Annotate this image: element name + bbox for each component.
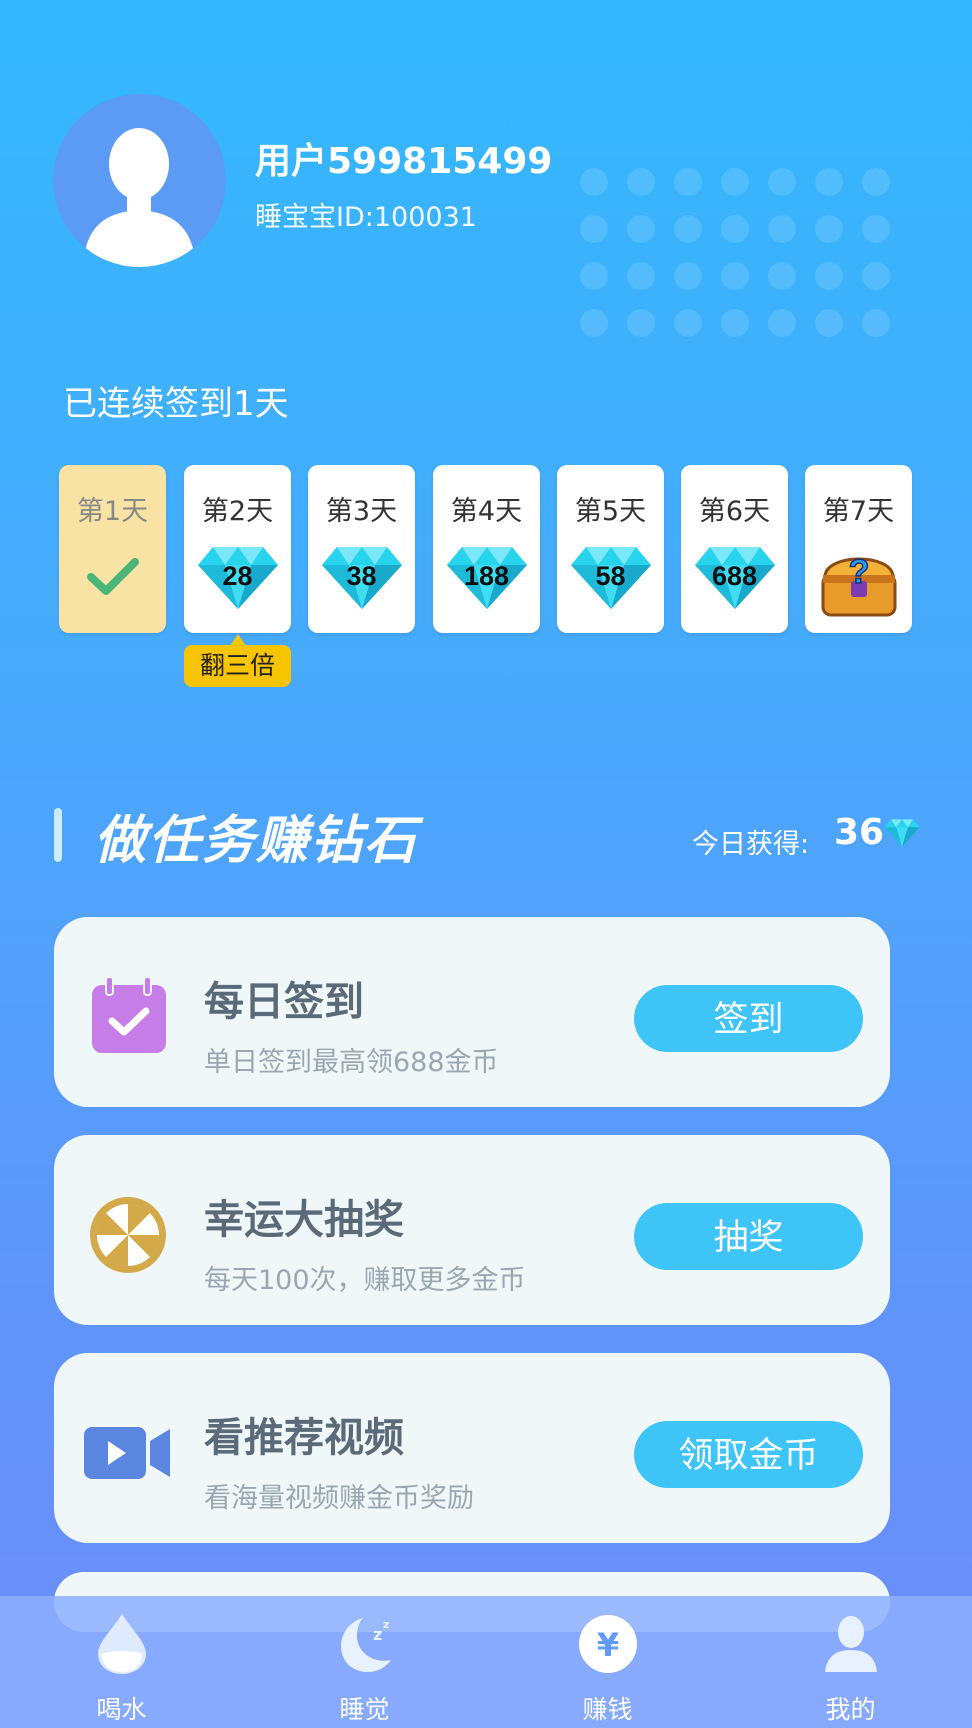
nav-label: 我的 <box>825 1695 876 1724</box>
decorative-dot <box>815 215 843 243</box>
svg-text:?: ? <box>849 553 870 591</box>
claim-coins-button[interactable]: 领取金币 <box>634 1421 863 1488</box>
decorative-dot <box>627 168 655 196</box>
today-earned-value: 36 <box>834 812 885 853</box>
user-id: 睡宝宝ID:100031 <box>255 202 477 233</box>
decorative-dot <box>580 309 608 337</box>
decorative-dot <box>862 168 890 196</box>
nav-item-profile[interactable]: 我的 <box>729 1596 972 1728</box>
user-icon <box>825 1616 877 1672</box>
decorative-dot <box>721 215 749 243</box>
day-reward: 688 <box>711 561 758 591</box>
water-drop-icon <box>98 1614 146 1674</box>
task-title: 幸运大抽奖 <box>204 1197 404 1243</box>
nav-item-earn[interactable]: ¥ 赚钱 <box>486 1596 729 1728</box>
decorative-dot <box>862 309 890 337</box>
decorative-dot <box>721 168 749 196</box>
checkin-button[interactable]: 签到 <box>634 985 863 1052</box>
day-card-5[interactable]: 第5天 58 <box>557 465 664 633</box>
today-earned-label: 今日获得: <box>692 829 810 860</box>
decorative-dot <box>862 215 890 243</box>
yuan-coin-icon: ¥ <box>579 1615 637 1673</box>
bottom-nav: 喝水 z z 睡觉 ¥ 赚钱 我的 <box>0 1596 972 1728</box>
decorative-dot <box>815 309 843 337</box>
nav-item-sleep[interactable]: z z 睡觉 <box>243 1596 486 1728</box>
decorative-dot <box>862 262 890 290</box>
task-subtitle: 每天100次，赚取更多金币 <box>204 1265 526 1296</box>
nav-label: 睡觉 <box>339 1695 390 1724</box>
task-card-daily-checkin: 每日签到 单日签到最高领688金币 签到 <box>54 917 890 1107</box>
decorative-dot <box>815 262 843 290</box>
day-card-6[interactable]: 第6天 688 <box>681 465 788 633</box>
nav-label: 赚钱 <box>582 1695 633 1724</box>
decorative-dot <box>580 168 608 196</box>
task-card-watch-video: 看推荐视频 看海量视频赚金币奖励 领取金币 <box>54 1353 890 1543</box>
day-card-7[interactable]: 第7天 ? <box>805 465 912 633</box>
task-title: 看推荐视频 <box>204 1415 404 1461</box>
video-camera-icon <box>84 1427 170 1479</box>
diamond-icon <box>884 819 920 847</box>
day-label: 第1天 <box>76 496 149 527</box>
day-reward: 38 <box>346 561 377 591</box>
decorative-dot <box>768 168 796 196</box>
svg-text:z: z <box>373 1625 382 1644</box>
task-card-lottery: 幸运大抽奖 每天100次，赚取更多金币 抽奖 <box>54 1135 890 1325</box>
avatar[interactable] <box>53 94 226 267</box>
decorative-dot <box>768 215 796 243</box>
decorative-dot <box>627 215 655 243</box>
lottery-button[interactable]: 抽奖 <box>634 1203 863 1270</box>
decorative-dots <box>580 168 890 337</box>
svg-text:z: z <box>383 1618 389 1631</box>
lottery-wheel-icon <box>90 1197 166 1273</box>
calendar-check-icon <box>92 976 166 1053</box>
day-reward: 58 <box>595 561 626 591</box>
task-title: 每日签到 <box>204 979 364 1025</box>
decorative-dot <box>721 262 749 290</box>
decorative-dot <box>674 262 702 290</box>
mystery-chest-icon: ? <box>821 552 897 617</box>
decorative-dot <box>627 262 655 290</box>
day-card-1[interactable]: 第1天 <box>59 465 166 633</box>
svg-text:¥: ¥ <box>597 1626 619 1664</box>
check-icon <box>87 558 139 595</box>
task-subtitle: 单日签到最高领688金币 <box>204 1047 499 1078</box>
day-label: 第5天 <box>574 496 647 527</box>
decorative-dot <box>580 215 608 243</box>
nav-item-water[interactable]: 喝水 <box>0 1596 243 1728</box>
section-accent-bar <box>54 808 62 862</box>
triple-bonus-badge: 翻三倍 <box>184 645 291 687</box>
user-silhouette-icon <box>83 128 196 267</box>
decorative-dot <box>580 262 608 290</box>
moon-sleep-icon: z z <box>341 1618 391 1672</box>
day-card-4[interactable]: 第4天 188 <box>433 465 540 633</box>
decorative-dot <box>768 309 796 337</box>
day-card-3[interactable]: 第3天 38 <box>308 465 415 633</box>
decorative-dot <box>674 215 702 243</box>
decorative-dot <box>627 309 655 337</box>
day-card-2[interactable]: 第2天 28 <box>184 465 291 633</box>
decorative-dot <box>815 168 843 196</box>
decorative-dot <box>721 309 749 337</box>
decorative-dot <box>768 262 796 290</box>
streak-text: 已连续签到1天 <box>63 384 289 424</box>
day-label: 第2天 <box>201 496 274 527</box>
day-label: 第3天 <box>325 496 398 527</box>
day-label: 第6天 <box>698 496 771 527</box>
decorative-dot <box>674 309 702 337</box>
nav-label: 喝水 <box>96 1695 147 1724</box>
day-reward: 28 <box>222 561 253 591</box>
day-reward: 188 <box>463 561 510 591</box>
day-label: 第4天 <box>450 496 523 527</box>
decorative-dot <box>674 168 702 196</box>
day-label: 第7天 <box>822 496 895 527</box>
task-subtitle: 看海量视频赚金币奖励 <box>204 1483 474 1514</box>
section-title: 做任务赚钻石 <box>94 811 419 871</box>
username: 用户599815499 <box>255 141 553 182</box>
